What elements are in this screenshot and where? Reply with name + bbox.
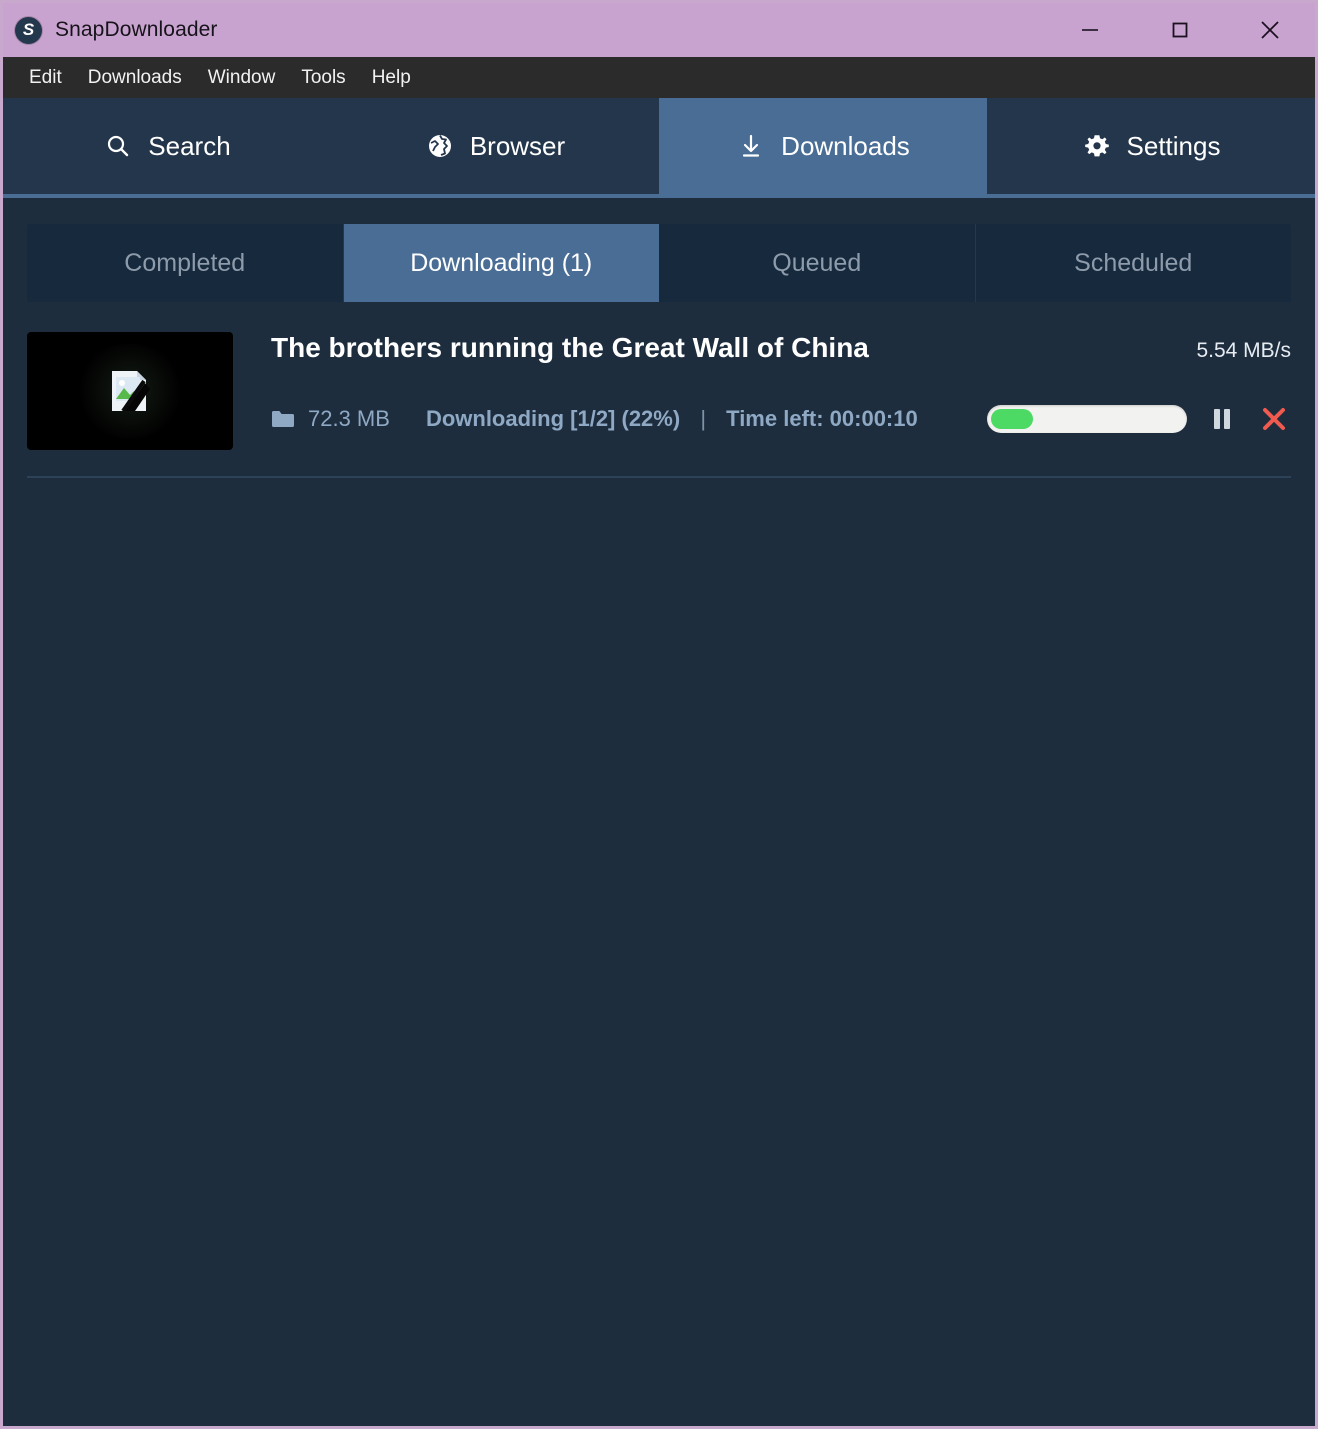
download-item-body: The brothers running the Great Wall of C…: [233, 332, 1291, 436]
sub-tab-queued[interactable]: Queued: [659, 224, 976, 302]
download-icon: [736, 131, 766, 161]
nav-tab-browser-label: Browser: [469, 130, 566, 161]
download-item-meta: 72.3 MB Downloading [1/2] (22%) | Time l…: [271, 402, 1291, 436]
download-speed: 5.54 MB/s: [1196, 339, 1291, 362]
close-button[interactable]: [1225, 3, 1315, 57]
title-bar: S SnapDownloader: [3, 3, 1315, 57]
video-thumbnail[interactable]: [27, 332, 233, 450]
download-title: The brothers running the Great Wall of C…: [271, 332, 869, 363]
globe-icon: [425, 131, 455, 161]
cancel-button[interactable]: [1257, 402, 1291, 436]
content-area: Completed Downloading (1) Queued Schedul…: [3, 198, 1315, 1426]
nav-tab-search-label: Search: [148, 130, 231, 161]
download-status: Downloading [1/2] (22%) | Time left: 00:…: [426, 406, 918, 432]
menu-item-window[interactable]: Window: [195, 67, 289, 89]
download-size: 72.3 MB: [271, 406, 390, 432]
menu-item-help[interactable]: Help: [359, 67, 424, 89]
app-logo-icon: S: [15, 16, 42, 44]
download-status-tabs: Completed Downloading (1) Queued Schedul…: [27, 224, 1291, 302]
folder-icon[interactable]: [271, 409, 295, 429]
menu-item-edit[interactable]: Edit: [16, 67, 75, 89]
broken-image-icon: [109, 369, 151, 413]
nav-tab-downloads[interactable]: Downloads: [659, 98, 987, 194]
pause-button[interactable]: [1205, 402, 1239, 436]
nav-tab-settings[interactable]: Settings: [987, 98, 1315, 194]
download-size-label: 72.3 MB: [308, 406, 390, 431]
download-status-label: Downloading [1/2] (22%): [425, 406, 681, 431]
nav-tab-downloads-label: Downloads: [781, 130, 910, 161]
download-list: The brothers running the Great Wall of C…: [27, 332, 1291, 478]
download-time-left: Time left: 00:00:10: [726, 406, 918, 431]
menu-bar: Edit Downloads Window Tools Help: [3, 57, 1315, 98]
main-navigation: Search Browser Downloads Settings: [3, 98, 1315, 198]
download-item[interactable]: The brothers running the Great Wall of C…: [27, 332, 1291, 478]
app-window: S SnapDownloader Edit Downloads Window T…: [0, 0, 1318, 1429]
maximize-button[interactable]: [1135, 3, 1225, 57]
download-item-header: The brothers running the Great Wall of C…: [271, 332, 1291, 364]
nav-tab-browser[interactable]: Browser: [331, 98, 659, 194]
download-controls: [961, 402, 1291, 436]
progress-bar-fill: [991, 409, 1034, 429]
search-icon: [103, 131, 133, 161]
window-title: SnapDownloader: [55, 18, 218, 41]
meta-separator: |: [700, 406, 707, 431]
window-controls: [1045, 3, 1315, 57]
gear-icon: [1082, 131, 1112, 161]
sub-tab-completed[interactable]: Completed: [27, 224, 344, 302]
sub-tab-scheduled[interactable]: Scheduled: [976, 224, 1292, 302]
nav-tab-settings-label: Settings: [1126, 130, 1221, 161]
minimize-button[interactable]: [1045, 3, 1135, 57]
menu-item-tools[interactable]: Tools: [288, 67, 358, 89]
menu-item-downloads[interactable]: Downloads: [75, 67, 195, 89]
sub-tab-downloading[interactable]: Downloading (1): [343, 224, 659, 302]
nav-tab-search[interactable]: Search: [3, 98, 331, 194]
progress-bar: [987, 405, 1187, 433]
